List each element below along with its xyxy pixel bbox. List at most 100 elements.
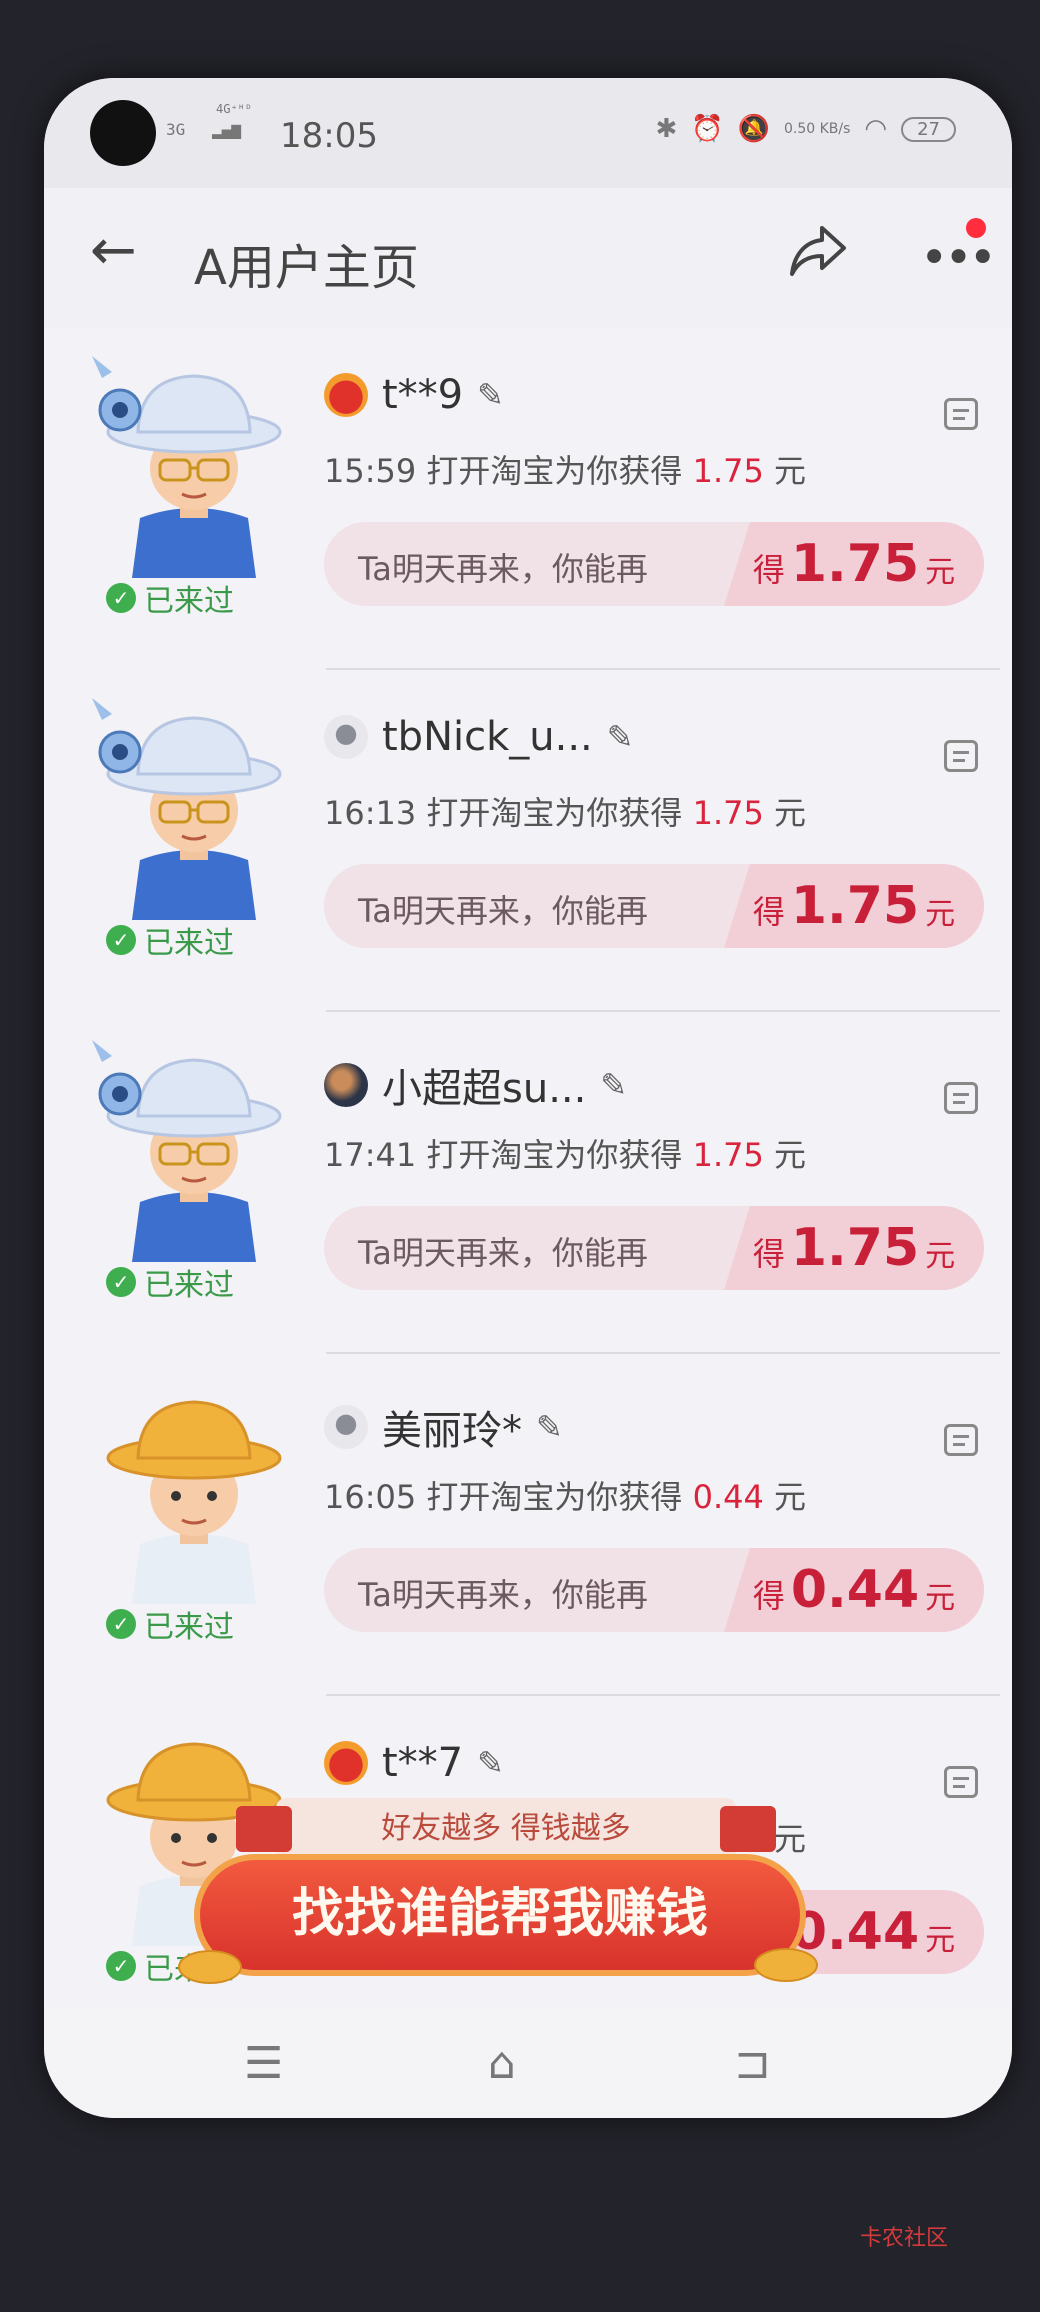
calendar-icon[interactable] — [944, 398, 978, 430]
back-arrow-icon[interactable]: ← — [90, 218, 137, 283]
tomorrow-text: Ta明天再来，你能再 — [358, 550, 648, 588]
visited-label: 已来过 — [144, 584, 234, 619]
action-text: 打开淘宝为你获得 — [426, 1478, 683, 1516]
action-text: 打开淘宝为你获得 — [426, 794, 683, 832]
de-label: 得 — [752, 1577, 785, 1615]
earning-description: 16:05 打开淘宝为你获得 0.44 元 — [324, 1472, 806, 1518]
list-item[interactable]: ✓ 已来过 美丽玲* ✎ 16:05 打开淘宝为你获得 0.44 元 Ta明天再… — [44, 1354, 1012, 1696]
bluetooth-icon: ✱ — [655, 114, 678, 144]
action-text: 打开淘宝为你获得 — [426, 452, 683, 490]
edit-pencil-icon[interactable]: ✎ — [477, 1744, 504, 1782]
battery-indicator: 27 — [901, 116, 956, 142]
yuan-unit: 元 — [774, 794, 807, 832]
signal-3g-icon: 3G — [166, 120, 186, 139]
tomorrow-bonus-pill[interactable]: Ta明天再来，你能再 得 1.75 元 — [324, 522, 984, 606]
tomorrow-text: Ta明天再来，你能再 — [358, 892, 648, 930]
calendar-icon[interactable] — [944, 740, 978, 772]
coin-icon — [754, 1948, 818, 1982]
devil-avatar — [324, 373, 368, 417]
earning-description: 15:59 打开淘宝为你获得 1.75 元 — [324, 446, 806, 492]
action-text: 打开淘宝为你获得 — [426, 1136, 683, 1174]
yuan-unit: 元 — [774, 1478, 807, 1516]
yuan-unit: 元 — [925, 555, 956, 590]
earned-amount: 1.75 — [692, 794, 764, 832]
tomorrow-bonus-pill[interactable]: Ta明天再来，你能再 得 1.75 元 — [324, 864, 984, 948]
status-bar: 3G ▂▄▆ 4G⁺ᴴᴰ 18:05 ✱ ⏰ 🔕 0.50 KB/s ◠ 27 — [44, 78, 1012, 188]
watermark: 卡农社区 — [860, 2226, 949, 2251]
robot-avatar — [324, 715, 368, 759]
list-item[interactable]: ✓ 已来过 t**9 ✎ 15:59 打开淘宝为你获得 1.75 元 Ta明天再… — [44, 328, 1012, 670]
yuan-unit: 元 — [925, 897, 956, 932]
visit-time: 16:13 — [324, 794, 417, 832]
user-name: tbNick_u... — [382, 714, 593, 760]
banner-subtitle: 好友越多 得钱越多 — [236, 1798, 776, 1860]
network-speed: 0.50 KB/s — [783, 121, 851, 137]
user-name-row: 小超超su... ✎ — [324, 1056, 627, 1114]
photo-avatar — [324, 1063, 368, 1107]
visited-badge: ✓ 已来过 — [106, 576, 234, 620]
signal-4g-icon: 4G⁺ᴴᴰ — [216, 102, 253, 116]
calendar-icon[interactable] — [944, 1082, 978, 1114]
wifi-icon: ◠ — [864, 114, 888, 144]
back-nav-icon[interactable]: ⊐ — [734, 2038, 771, 2089]
visited-label: 已来过 — [144, 1610, 234, 1645]
visited-badge: ✓ 已来过 — [106, 1602, 234, 1646]
visit-time: 15:59 — [324, 452, 417, 490]
earned-amount: 1.75 — [692, 1136, 764, 1174]
list-item[interactable]: ✓ 已来过 小超超su... ✎ 17:41 打开淘宝为你获得 1.75 元 T… — [44, 1012, 1012, 1354]
find-helpers-button[interactable]: 找找谁能帮我赚钱 — [194, 1854, 806, 1976]
coin-icon — [178, 1950, 242, 1984]
tomorrow-text: Ta明天再来，你能再 — [358, 1234, 648, 1272]
invite-banner[interactable]: 好友越多 得钱越多 找找谁能帮我赚钱 — [178, 1798, 864, 2038]
character-avatar — [82, 348, 282, 578]
home-nav-icon[interactable]: ⌂ — [488, 2038, 516, 2089]
calendar-icon[interactable] — [944, 1766, 978, 1798]
user-name: 小超超su... — [382, 1066, 587, 1112]
character-avatar — [82, 690, 282, 920]
share-icon[interactable] — [786, 218, 850, 282]
de-label: 得 — [752, 1235, 785, 1273]
mute-icon: 🔕 — [737, 114, 770, 144]
edit-pencil-icon[interactable]: ✎ — [536, 1408, 563, 1446]
status-icons: ✱ ⏰ 🔕 0.50 KB/s ◠ 27 — [655, 114, 956, 144]
edit-pencil-icon[interactable]: ✎ — [607, 718, 634, 756]
signal-bars-icon: ▂▄▆ — [212, 120, 241, 139]
notification-dot — [966, 218, 986, 238]
robot-avatar — [324, 1405, 368, 1449]
user-name: 美丽玲* — [382, 1408, 522, 1454]
list-item[interactable]: ✓ 已来过 tbNick_u... ✎ 16:13 打开淘宝为你获得 1.75 … — [44, 670, 1012, 1012]
earned-amount: 0.44 — [692, 1478, 764, 1516]
edit-pencil-icon[interactable]: ✎ — [477, 376, 504, 414]
helper-list: ✓ 已来过 t**9 ✎ 15:59 打开淘宝为你获得 1.75 元 Ta明天再… — [44, 328, 1012, 2038]
check-icon: ✓ — [106, 1951, 136, 1981]
more-menu-icon[interactable]: ••• — [920, 230, 997, 286]
user-name-row: t**7 ✎ — [324, 1740, 504, 1786]
de-label: 得 — [752, 551, 785, 589]
calendar-icon[interactable] — [944, 1424, 978, 1456]
tomorrow-bonus-pill[interactable]: Ta明天再来，你能再 得 0.44 元 — [324, 1548, 984, 1632]
user-name-row: tbNick_u... ✎ — [324, 714, 634, 760]
user-name: t**9 — [382, 372, 464, 418]
alarm-icon: ⏰ — [691, 114, 724, 144]
bonus-amount-box: 得 1.75 元 — [724, 1206, 984, 1290]
bonus-amount-box: 得 1.75 元 — [724, 864, 984, 948]
bonus-amount: 1.75 — [790, 876, 920, 936]
edit-pencil-icon[interactable]: ✎ — [600, 1066, 627, 1104]
visited-badge: ✓ 已来过 — [106, 1260, 234, 1304]
yuan-unit: 元 — [774, 452, 807, 490]
menu-nav-icon[interactable]: ☰ — [244, 2038, 283, 2089]
user-name: t**7 — [382, 1740, 464, 1786]
visit-time: 16:05 — [324, 1478, 417, 1516]
earning-description: 17:41 打开淘宝为你获得 1.75 元 — [324, 1130, 806, 1176]
visited-label: 已来过 — [144, 1268, 234, 1303]
camera-hole — [90, 100, 156, 166]
check-icon: ✓ — [106, 583, 136, 613]
app-header: ← A用户主页 ••• — [44, 188, 1012, 328]
devil-avatar — [324, 1741, 368, 1785]
check-icon: ✓ — [106, 1267, 136, 1297]
tomorrow-bonus-pill[interactable]: Ta明天再来，你能再 得 1.75 元 — [324, 1206, 984, 1290]
user-name-row: 美丽玲* ✎ — [324, 1398, 563, 1456]
system-nav-bar: ☰ ⌂ ⊐ — [44, 2008, 1012, 2118]
yuan-unit: 元 — [774, 1136, 807, 1174]
earning-description: 16:13 打开淘宝为你获得 1.75 元 — [324, 788, 806, 834]
